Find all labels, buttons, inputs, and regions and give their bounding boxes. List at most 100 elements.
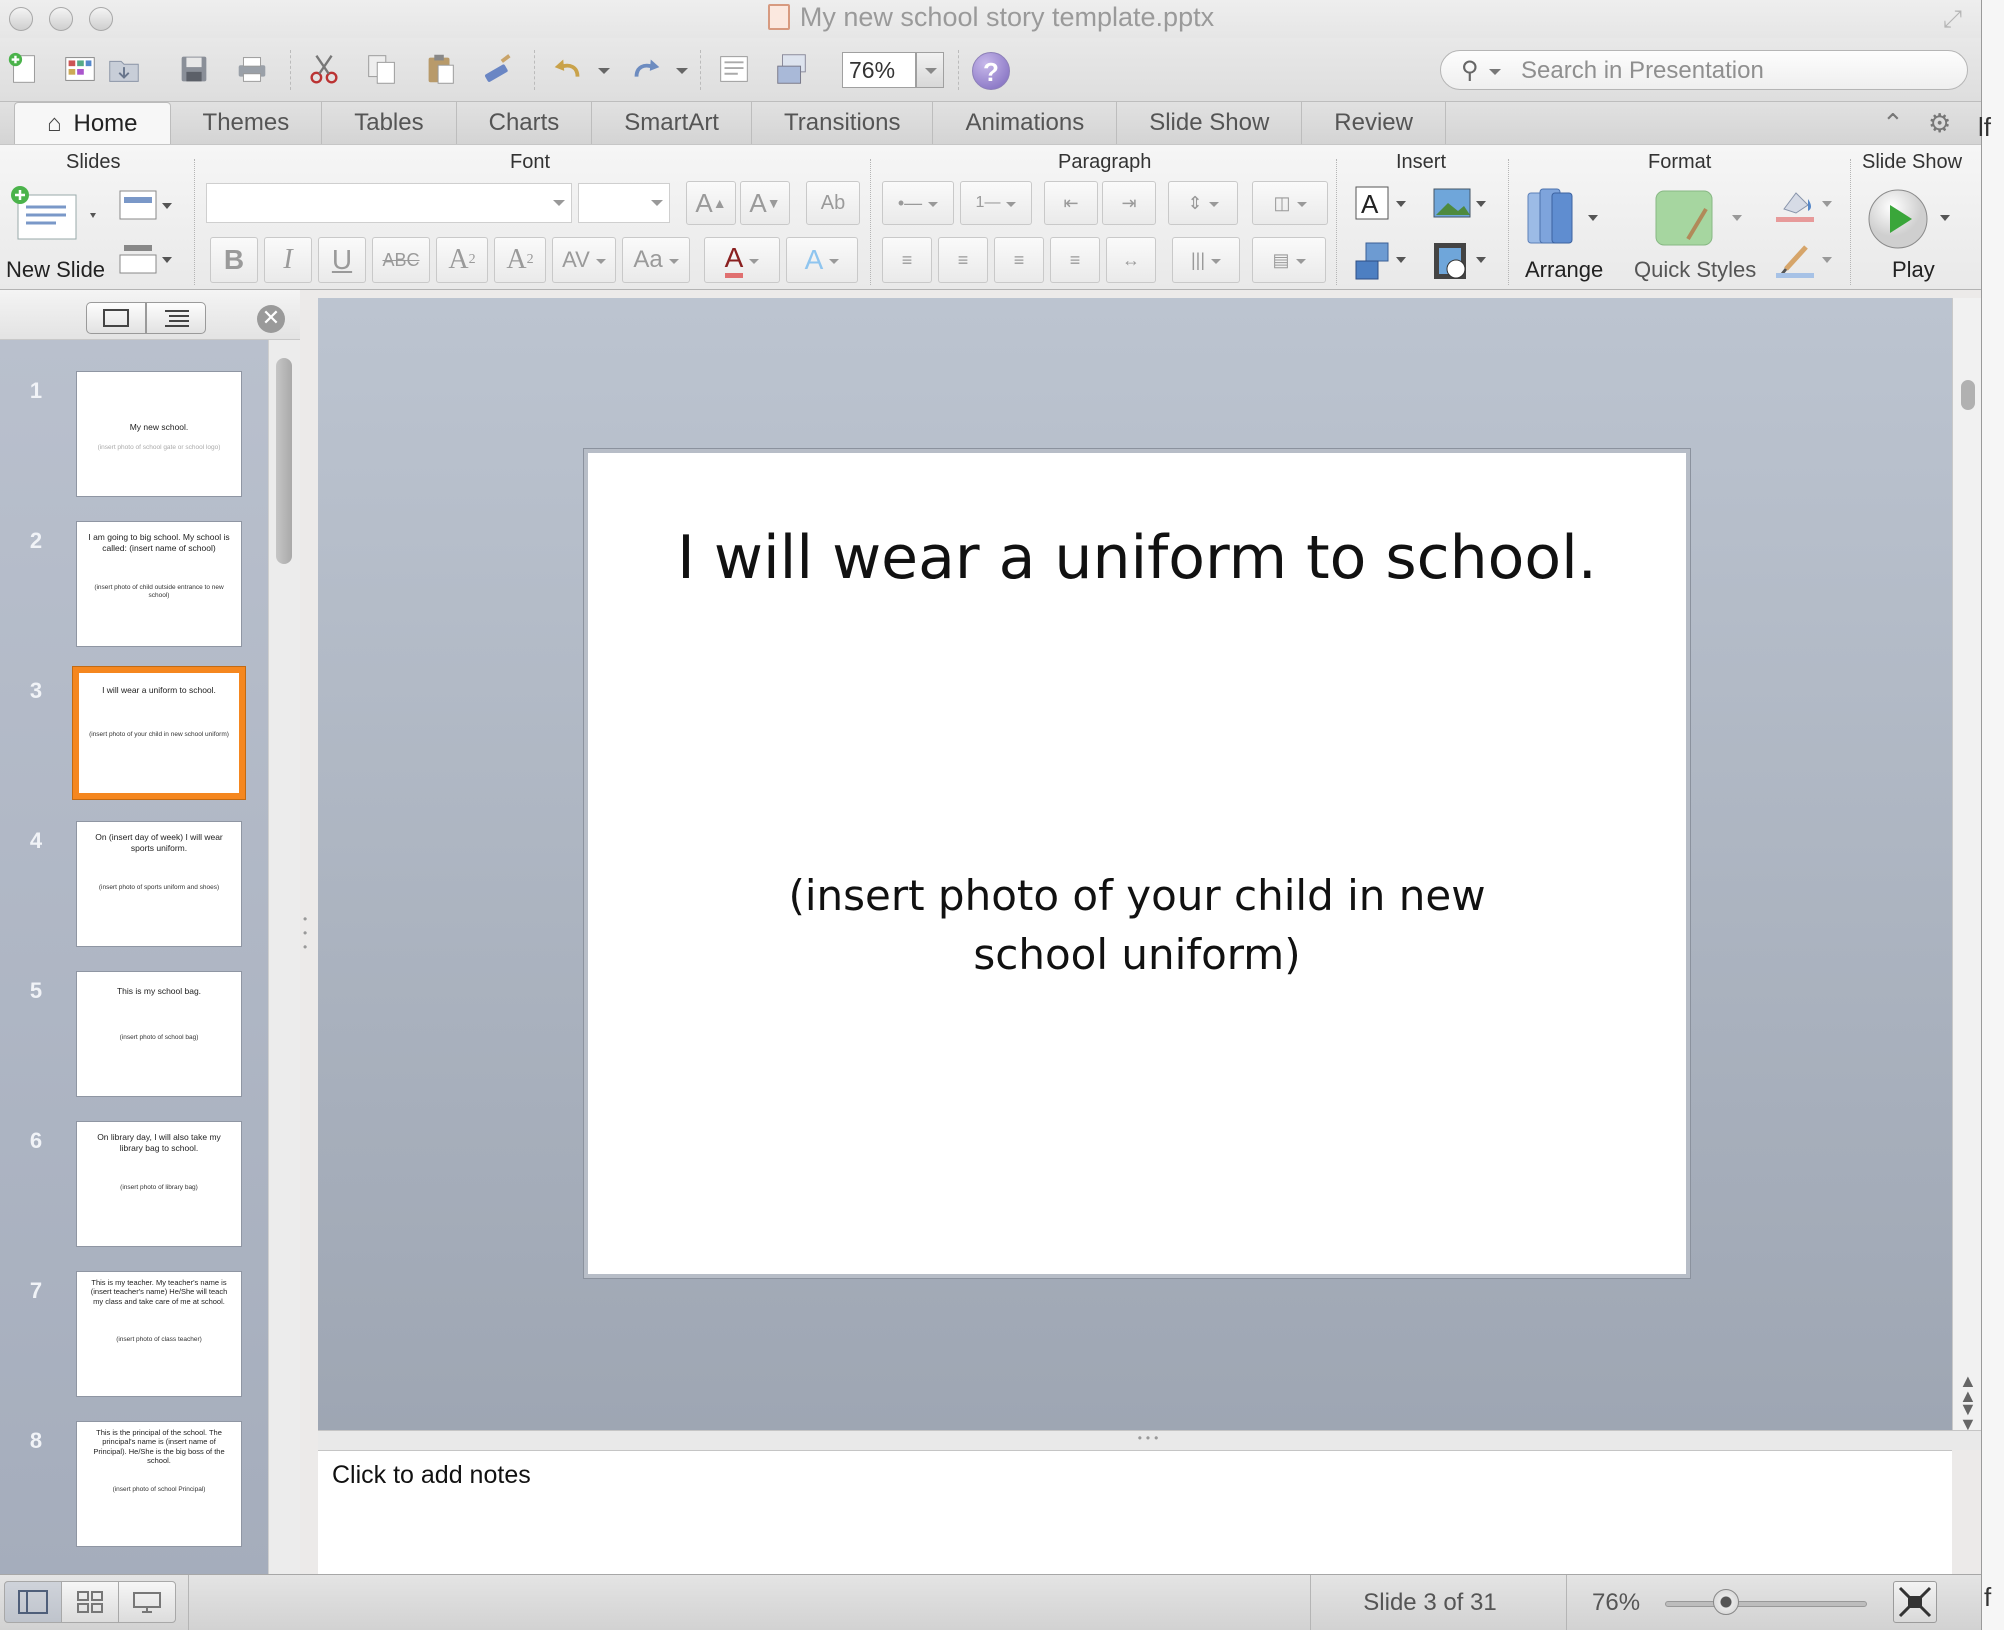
- zoom-field[interactable]: 76%: [842, 52, 916, 88]
- increase-font-size-button[interactable]: A ▲: [686, 181, 736, 225]
- tab-smartart[interactable]: SmartArt: [592, 102, 752, 144]
- decrease-indent-button[interactable]: ⇤: [1044, 181, 1098, 225]
- subscript-button[interactable]: A2: [494, 237, 546, 283]
- bold-button[interactable]: B: [210, 237, 258, 283]
- tab-home[interactable]: ⌂ Home: [14, 102, 171, 144]
- notes-pane[interactable]: Click to add notes: [318, 1450, 1952, 1574]
- text-effects-button[interactable]: A: [786, 237, 858, 283]
- slide-thumbnail-6[interactable]: On library day, I will also take my libr…: [77, 1122, 241, 1246]
- tab-transitions[interactable]: Transitions: [752, 102, 934, 144]
- slide-thumbnail-1[interactable]: My new school. (insert photo of school ga…: [77, 372, 241, 496]
- text-box-button[interactable]: A: [1352, 183, 1410, 233]
- distribute-button[interactable]: ↔: [1106, 237, 1156, 283]
- print-button[interactable]: [232, 48, 272, 90]
- slide-sorter-view-button[interactable]: [61, 1581, 119, 1623]
- underline-button[interactable]: U: [318, 237, 366, 283]
- zoom-dropdown-button[interactable]: [916, 52, 944, 88]
- quick-styles-button[interactable]: [1648, 185, 1748, 251]
- undo-dropdown-icon[interactable]: [598, 68, 610, 80]
- insert-picture-button[interactable]: [1430, 183, 1488, 233]
- reuse-slides-button[interactable]: [772, 48, 812, 90]
- superscript-button[interactable]: A2: [436, 237, 488, 283]
- slide-layout-button[interactable]: [714, 48, 754, 90]
- insert-media-button[interactable]: [1430, 239, 1488, 289]
- cut-button[interactable]: [304, 48, 344, 90]
- save-button[interactable]: [174, 48, 214, 90]
- font-color-button[interactable]: A: [704, 237, 780, 283]
- search-field[interactable]: ⚲ Search in Presentation: [1440, 50, 1968, 90]
- notes-splitter[interactable]: •••: [318, 1430, 1981, 1450]
- new-slide-button[interactable]: [10, 185, 100, 243]
- fullscreen-icon[interactable]: ⤢: [1943, 6, 1962, 34]
- increase-indent-button[interactable]: ⇥: [1102, 181, 1156, 225]
- new-presentation-button[interactable]: [4, 48, 44, 90]
- bullets-button[interactable]: •—: [882, 181, 954, 225]
- tab-animations[interactable]: Animations: [933, 102, 1118, 144]
- next-slide-icon[interactable]: ▼ ▼: [1959, 1400, 1977, 1433]
- slide-thumbnail-3[interactable]: I will wear a uniform to school. (insert …: [73, 667, 245, 799]
- align-left-button[interactable]: ≡: [882, 237, 932, 283]
- redo-button[interactable]: [626, 48, 666, 90]
- slide-title-placeholder[interactable]: I will wear a uniform to school.: [588, 523, 1686, 593]
- align-text-button[interactable]: ▤: [1252, 237, 1326, 283]
- slide-thumbnail-5[interactable]: This is my school bag. (insert photo of s…: [77, 972, 241, 1096]
- tab-slide-show[interactable]: Slide Show: [1117, 102, 1303, 144]
- italic-button[interactable]: I: [264, 237, 312, 283]
- font-name-field[interactable]: [206, 183, 572, 223]
- insert-shape-button[interactable]: [1352, 239, 1410, 289]
- slide-thumbnail-2[interactable]: I am going to big school. My school is c…: [77, 522, 241, 646]
- justify-button[interactable]: ≡: [1050, 237, 1100, 283]
- decrease-font-size-button[interactable]: A ▼: [740, 181, 790, 225]
- tab-tables[interactable]: Tables: [322, 102, 457, 144]
- zoom-slider-knob[interactable]: [1713, 1589, 1739, 1615]
- text-direction-button[interactable]: |||: [1172, 237, 1240, 283]
- clear-formatting-button[interactable]: Ab: [806, 181, 860, 225]
- slides-view-toggle[interactable]: [86, 302, 146, 334]
- slide-scroll-knob[interactable]: [1961, 380, 1975, 410]
- font-size-field[interactable]: [578, 183, 670, 223]
- fit-to-window-button[interactable]: [1893, 1581, 1937, 1623]
- shape-fill-button[interactable]: [1772, 183, 1836, 233]
- slide-scrollbar[interactable]: ▲ ▲ ▼ ▼: [1952, 298, 1981, 1433]
- templates-button[interactable]: [60, 48, 100, 90]
- thumbnail-scroll-knob[interactable]: [276, 358, 292, 564]
- normal-view-button[interactable]: [4, 1581, 62, 1623]
- tab-themes[interactable]: Themes: [171, 102, 323, 144]
- play-button[interactable]: [1866, 187, 1956, 259]
- slide-thumbnail-4[interactable]: On (insert day of week) I will wear spor…: [77, 822, 241, 946]
- character-spacing-button[interactable]: AV: [552, 237, 616, 283]
- search-options-dropdown-icon[interactable]: [1489, 69, 1501, 81]
- line-spacing-button[interactable]: ⇕: [1168, 181, 1238, 225]
- copy-button[interactable]: [362, 48, 402, 90]
- redo-dropdown-icon[interactable]: [676, 68, 688, 80]
- pane-resize-handle[interactable]: • • •: [303, 912, 311, 954]
- numbering-button[interactable]: 1—: [960, 181, 1032, 225]
- slide-body-placeholder[interactable]: (insert photo of your child in new schoo…: [718, 867, 1556, 985]
- slide-section-button[interactable]: [118, 243, 174, 283]
- undo-button[interactable]: [548, 48, 588, 90]
- format-painter-button[interactable]: [478, 48, 518, 90]
- align-center-button[interactable]: ≡: [938, 237, 988, 283]
- align-right-button[interactable]: ≡: [994, 237, 1044, 283]
- tab-charts[interactable]: Charts: [457, 102, 593, 144]
- layout-button[interactable]: [118, 189, 174, 229]
- slide-thumbnail-8[interactable]: This is the principal of the school. The…: [77, 1422, 241, 1546]
- paste-button[interactable]: [420, 48, 460, 90]
- close-pane-icon[interactable]: ✕: [257, 305, 285, 333]
- ribbon-settings-gear-icon[interactable]: ⚙: [1928, 108, 1951, 139]
- open-button[interactable]: [104, 48, 144, 90]
- slide-thumbnail-7[interactable]: This is my teacher. My teacher's name is…: [77, 1272, 241, 1396]
- slide-show-view-button[interactable]: [118, 1581, 176, 1623]
- change-case-button[interactable]: Aa: [622, 237, 690, 283]
- tab-review[interactable]: Review: [1302, 102, 1446, 144]
- strikethrough-button[interactable]: ABC: [372, 237, 430, 283]
- help-icon[interactable]: ?: [972, 52, 1010, 90]
- current-slide[interactable]: I will wear a uniform to school. (insert…: [588, 453, 1686, 1274]
- shape-line-button[interactable]: [1772, 239, 1836, 289]
- thumbnail-scrollbar[interactable]: [268, 340, 300, 1574]
- arrange-button[interactable]: [1520, 185, 1610, 251]
- collapse-ribbon-icon[interactable]: ⌃: [1882, 108, 1904, 139]
- columns-button[interactable]: ◫: [1252, 181, 1328, 225]
- zoom-slider[interactable]: [1665, 1601, 1867, 1607]
- outline-view-toggle[interactable]: [146, 302, 206, 334]
